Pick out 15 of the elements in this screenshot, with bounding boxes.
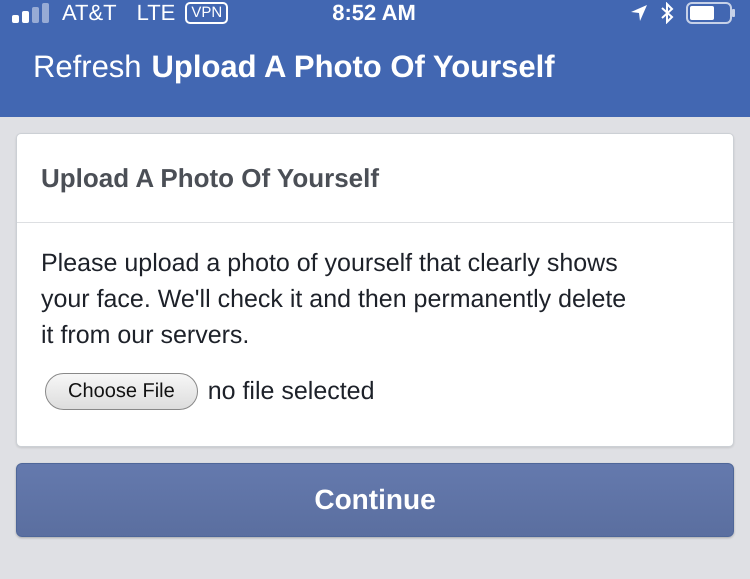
- vpn-badge: VPN: [185, 2, 228, 24]
- bluetooth-icon: [660, 2, 674, 24]
- signal-icon: [12, 3, 52, 23]
- status-time: 8:52 AM: [332, 0, 416, 26]
- choose-file-button[interactable]: Choose File: [45, 373, 198, 410]
- network-label: LTE: [136, 0, 176, 26]
- continue-button[interactable]: Continue: [16, 463, 734, 537]
- file-status-text: no file selected: [208, 377, 374, 406]
- location-arrow-icon: [630, 4, 648, 22]
- refresh-link[interactable]: Refresh: [33, 48, 142, 84]
- page-title: Upload A Photo Of Yourself: [152, 48, 555, 84]
- carrier-label: AT&T: [62, 0, 117, 26]
- card-title: Upload A Photo Of Yourself: [41, 162, 379, 194]
- instructions-text: Please upload a photo of yourself that clearly shows your face. We'll check it and then permanently delete it from our servers.: [41, 248, 628, 351]
- battery-icon: [686, 2, 736, 24]
